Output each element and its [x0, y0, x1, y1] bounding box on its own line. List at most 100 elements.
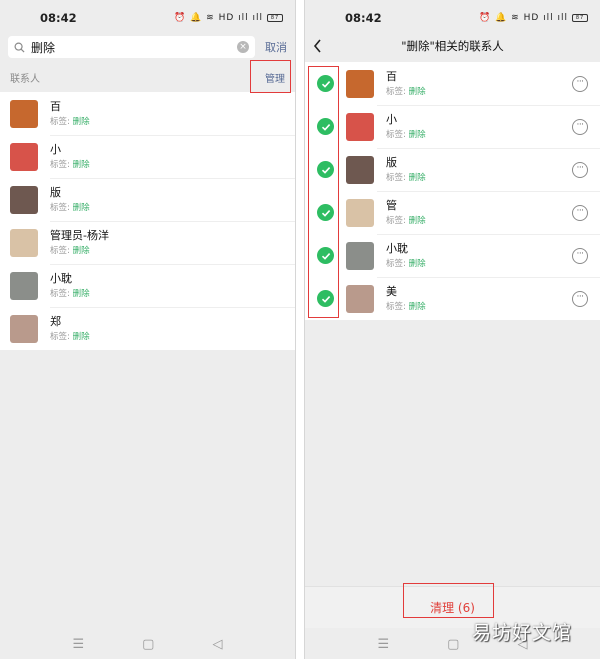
tag-label: 标签: — [50, 202, 73, 213]
status-icons: ⏰ 🔔 ≋ HD ıll ıll 87 — [479, 13, 588, 23]
tag-label: 标签: — [50, 331, 73, 342]
status-bar: 08:42 ⏰ 🔔 ≋ HD ıll ıll 87 — [305, 0, 600, 36]
contact-info: 小耽 标签: 删除 — [50, 272, 90, 300]
avatar — [10, 142, 38, 171]
contact-tag: 标签: 删除 — [50, 331, 90, 343]
back-nav-icon[interactable]: ◁ — [212, 637, 222, 652]
tag-label: 标签: — [50, 116, 73, 127]
left-screen: 08:42 ⏰ 🔔 ≋ HD ıll ıll 87 删除 × 取消 联系人 管理… — [0, 0, 296, 659]
related-contact-row[interactable]: 小标签: 删除 ··· — [305, 105, 600, 148]
tag-label: 标签: — [386, 258, 409, 269]
contact-row[interactable]: 管理员-杨洋 标签: 删除 — [0, 221, 295, 264]
contact-tag: 标签: 删除 — [386, 301, 426, 313]
contact-tag: 标签: 删除 — [386, 215, 426, 227]
tag-value: 删除 — [408, 86, 426, 97]
contact-info: 小标签: 删除 — [386, 113, 426, 141]
contact-row[interactable]: 小标签: 删除 — [0, 135, 295, 178]
status-indicator-icons: ⏰ 🔔 ≋ HD ıll ıll — [174, 13, 263, 23]
status-icons: ⏰ 🔔 ≋ HD ıll ıll 87 — [174, 13, 283, 23]
tag-value: 删除 — [408, 215, 426, 226]
contact-info: 郑标签: 删除 — [50, 315, 90, 343]
contact-name: 百 — [386, 69, 397, 83]
contact-tag: 标签: 删除 — [50, 202, 90, 214]
page-title: "删除"相关的联系人 — [401, 39, 504, 53]
contact-info: 百标签: 删除 — [50, 100, 90, 128]
status-time: 08:42 — [345, 11, 382, 25]
cleanup-highlight-box — [403, 583, 494, 618]
contact-name: 小 — [50, 142, 61, 156]
tag-value: 删除 — [408, 172, 426, 183]
search-icon — [14, 42, 25, 53]
more-options-icon[interactable]: ··· — [572, 75, 588, 92]
menu-nav-icon[interactable]: ☰ — [73, 637, 85, 652]
contact-name: 版 — [386, 155, 397, 169]
system-nav-bar: ☰ ▢ ◁ — [0, 629, 295, 659]
contact-info: 小标签: 删除 — [50, 143, 90, 171]
avatar — [346, 241, 374, 270]
section-title: 联系人 — [10, 73, 40, 85]
clear-icon[interactable]: × — [237, 41, 249, 53]
tag-value: 删除 — [72, 116, 90, 127]
related-contact-list: 百标签: 删除 ··· 小标签: 删除 ··· 版标签: 删除 ··· 管标签: 删除 ···… — [305, 62, 600, 320]
more-options-icon[interactable]: ··· — [572, 204, 588, 221]
more-options-icon[interactable]: ··· — [572, 290, 588, 307]
contact-list: 百标签: 删除小标签: 删除版标签: 删除 管理员-杨洋 标签: 删除 小耽 标签: 删… — [0, 92, 295, 350]
contact-info: 百标签: 删除 — [386, 70, 426, 98]
status-bar: 08:42 ⏰ 🔔 ≋ HD ıll ıll 87 — [0, 0, 295, 36]
more-options-icon[interactable]: ··· — [572, 247, 588, 264]
contact-name: 百 — [50, 99, 61, 113]
status-indicator-icons: ⏰ 🔔 ≋ HD ıll ıll — [479, 13, 568, 23]
tag-value: 删除 — [72, 202, 90, 213]
tag-label: 标签: — [386, 215, 409, 226]
contact-info: 小耽 标签: 删除 — [386, 242, 426, 270]
related-contact-row[interactable]: 小耽 标签: 删除 ··· — [305, 234, 600, 277]
contact-row[interactable]: 版标签: 删除 — [0, 178, 295, 221]
cancel-button[interactable]: 取消 — [265, 39, 287, 55]
avatar — [10, 314, 38, 343]
search-input[interactable]: 删除 × — [8, 36, 255, 58]
contact-info: 美标签: 删除 — [386, 285, 426, 313]
contact-tag: 标签: 删除 — [386, 172, 426, 184]
avatar — [346, 112, 374, 141]
menu-nav-icon[interactable]: ☰ — [378, 637, 390, 652]
contact-row[interactable]: 小耽 标签: 删除 — [0, 264, 295, 307]
contact-name: 版 — [50, 185, 61, 199]
tag-value: 删除 — [408, 258, 426, 269]
tag-label: 标签: — [50, 245, 73, 256]
contact-tag: 标签: 删除 — [50, 288, 90, 300]
contact-tag: 标签: 删除 — [386, 258, 426, 270]
search-query: 删除 — [31, 40, 56, 55]
tag-label: 标签: — [50, 288, 73, 299]
manage-button[interactable]: 管理 — [265, 70, 285, 85]
contact-tag: 标签: 删除 — [50, 116, 90, 128]
related-contact-row[interactable]: 版标签: 删除 ··· — [305, 148, 600, 191]
contact-tag: 标签: 删除 — [386, 86, 426, 98]
back-arrow-icon[interactable] — [313, 39, 323, 53]
more-options-icon[interactable]: ··· — [572, 161, 588, 178]
avatar — [346, 69, 374, 98]
contact-row[interactable]: 郑标签: 删除 — [0, 307, 295, 350]
home-nav-icon[interactable]: ▢ — [447, 637, 459, 652]
contact-info: 管理员-杨洋 标签: 删除 — [50, 229, 109, 257]
watermark-text: 易坊好文馆 — [471, 622, 572, 644]
more-options-icon[interactable]: ··· — [572, 118, 588, 135]
home-nav-icon[interactable]: ▢ — [142, 637, 154, 652]
tag-label: 标签: — [386, 301, 409, 312]
contact-info: 管标签: 删除 — [386, 199, 426, 227]
avatar — [10, 271, 38, 300]
related-contact-row[interactable]: 百标签: 删除 ··· — [305, 62, 600, 105]
right-screen: 08:42 ⏰ 🔔 ≋ HD ıll ıll 87 "删除"相关的联系人 百标签… — [304, 0, 600, 659]
avatar — [10, 99, 38, 128]
contact-row[interactable]: 百标签: 删除 — [0, 92, 295, 135]
related-contact-row[interactable]: 美标签: 删除 ··· — [305, 277, 600, 320]
tag-value: 删除 — [72, 288, 90, 299]
tag-label: 标签: — [50, 159, 73, 170]
contact-name: 小 — [386, 112, 397, 126]
tag-value: 删除 — [408, 129, 426, 140]
related-contact-row[interactable]: 管标签: 删除 ··· — [305, 191, 600, 234]
avatar — [346, 284, 374, 313]
battery-icon: 87 — [267, 14, 283, 22]
contact-tag: 标签: 删除 — [50, 159, 90, 171]
status-time: 08:42 — [40, 11, 77, 25]
avatar — [346, 198, 374, 227]
